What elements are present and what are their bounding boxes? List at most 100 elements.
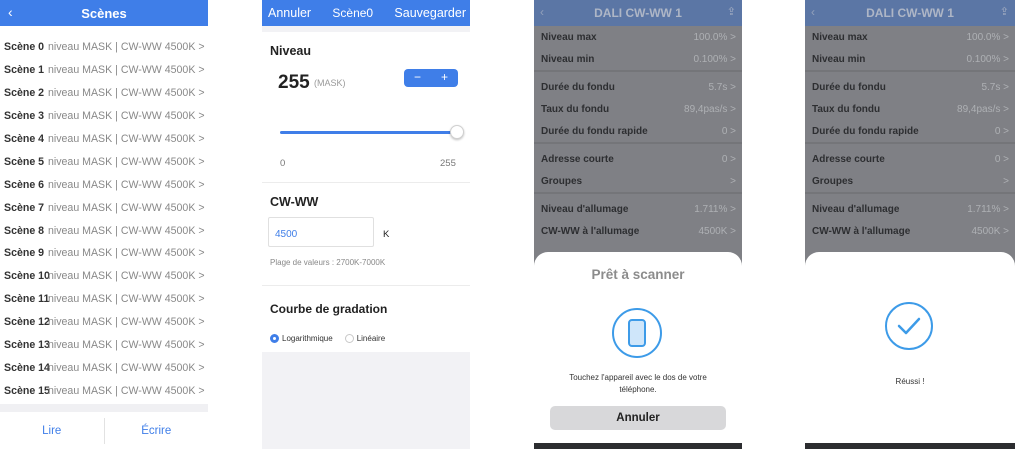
- read-button[interactable]: Lire: [0, 425, 104, 437]
- settings-row-value: 89,4pas/s >: [684, 103, 736, 115]
- write-button[interactable]: Écrire: [105, 425, 209, 437]
- scan-success-screen: ‹ DALI CW-WW 1 ⇪ Niveau max 100.0% > Nivea…: [805, 0, 1015, 449]
- scene-row[interactable]: Scène 14 niveau MASK | CW-WW 4500K >: [0, 356, 208, 379]
- settings-row-label: Niveau d'allumage: [812, 203, 900, 215]
- settings-row-label: Adresse courte: [812, 153, 885, 165]
- scenes-header: ‹ Scènes: [0, 0, 208, 26]
- settings-row-value: >: [1003, 175, 1009, 187]
- scene-row[interactable]: Scène 15 niveau MASK | CW-WW 4500K >: [0, 379, 208, 402]
- settings-row[interactable]: Durée du fondu rapide 0 >: [805, 120, 1015, 142]
- scene-value: niveau MASK | CW-WW 4500K >: [48, 178, 205, 191]
- scene-row[interactable]: Scène 2 niveau MASK | CW-WW 4500K >: [0, 82, 208, 105]
- scene-name: Scène 12: [4, 316, 50, 329]
- level-value: 255: [278, 72, 310, 93]
- settings-row[interactable]: Niveau d'allumage 1.711% >: [534, 198, 742, 220]
- settings-row[interactable]: Durée du fondu rapide 0 >: [534, 120, 742, 142]
- scene-name: Scène 7: [4, 201, 45, 214]
- divider: [0, 404, 208, 412]
- scene-value: niveau MASK | CW-WW 4500K >: [48, 316, 205, 329]
- level-slider-track[interactable]: [280, 131, 456, 134]
- level-mask-label: (MASK): [314, 78, 346, 88]
- scene-row[interactable]: Scène 1 niveau MASK | CW-WW 4500K >: [0, 59, 208, 82]
- curve-section-title: Courbe de gradation: [270, 302, 388, 316]
- radio-logarithmic[interactable]: [270, 334, 279, 343]
- settings-row-label: Adresse courte: [541, 153, 614, 165]
- scene-row[interactable]: Scène 3 niveau MASK | CW-WW 4500K >: [0, 105, 208, 128]
- scene-row[interactable]: Scène 4 niveau MASK | CW-WW 4500K >: [0, 128, 208, 151]
- scene-row[interactable]: Scène 10 niveau MASK | CW-WW 4500K >: [0, 265, 208, 288]
- scene-name: Scène 1: [4, 64, 45, 77]
- scene-row[interactable]: Scène 0 niveau MASK | CW-WW 4500K >: [0, 36, 208, 59]
- settings-row[interactable]: CW-WW à l'allumage 4500K >: [805, 220, 1015, 242]
- settings-row-value: 4500K >: [698, 225, 736, 237]
- settings-row[interactable]: Durée du fondu 5.7s >: [534, 76, 742, 98]
- divider: [805, 142, 1015, 144]
- settings-row[interactable]: Niveau min 0.100% >: [534, 48, 742, 70]
- scene-name: Scène 11: [4, 293, 50, 306]
- settings-row-label: Niveau min: [541, 53, 595, 65]
- settings-row[interactable]: Groupes >: [534, 170, 742, 192]
- settings-row[interactable]: Adresse courte 0 >: [534, 148, 742, 170]
- plus-button[interactable]: +: [431, 69, 458, 87]
- settings-row[interactable]: Niveau min 0.100% >: [805, 48, 1015, 70]
- radio-linear-label[interactable]: Linéaire: [357, 334, 385, 343]
- scene-value: niveau MASK | CW-WW 4500K >: [48, 41, 205, 54]
- settings-row-label: Durée du fondu: [541, 81, 615, 93]
- radio-logarithmic-label[interactable]: Logarithmique: [282, 334, 333, 343]
- page-title: DALI CW-WW 1: [594, 6, 682, 20]
- scene-value: niveau MASK | CW-WW 4500K >: [48, 361, 205, 374]
- scene-value: niveau MASK | CW-WW 4500K >: [48, 247, 205, 260]
- settings-row[interactable]: Adresse courte 0 >: [805, 148, 1015, 170]
- device-header: ‹ DALI CW-WW 1 ⇪: [534, 0, 742, 26]
- settings-row-value: 5.7s >: [708, 81, 736, 93]
- back-icon[interactable]: ‹: [811, 5, 815, 19]
- cw-ww-unit: K: [383, 229, 390, 240]
- settings-row-label: Niveau d'allumage: [541, 203, 629, 215]
- share-icon[interactable]: ⇪: [1000, 5, 1009, 18]
- cw-ww-input[interactable]: 4500: [268, 217, 374, 247]
- settings-row[interactable]: Niveau d'allumage 1.711% >: [805, 198, 1015, 220]
- scene-row[interactable]: Scène 12 niveau MASK | CW-WW 4500K >: [0, 311, 208, 334]
- scan-sheet: Prêt à scanner Touchez l'appareil avec l…: [534, 252, 742, 449]
- settings-row[interactable]: Taux du fondu 89,4pas/s >: [805, 98, 1015, 120]
- scene-name: Scène 2: [4, 87, 45, 100]
- cancel-scan-button[interactable]: Annuler: [550, 406, 726, 430]
- settings-row-value: 4500K >: [971, 225, 1009, 237]
- level-section-title: Niveau: [270, 44, 311, 58]
- scene-row[interactable]: Scène 13 niveau MASK | CW-WW 4500K >: [0, 334, 208, 357]
- scene-row[interactable]: Scène 9 niveau MASK | CW-WW 4500K >: [0, 242, 208, 265]
- scene-name: Scène 15: [4, 384, 50, 397]
- settings-row[interactable]: Durée du fondu 5.7s >: [805, 76, 1015, 98]
- settings-row-label: Durée du fondu rapide: [541, 125, 648, 137]
- settings-row-value: 0 >: [994, 153, 1009, 165]
- level-slider-thumb[interactable]: [450, 125, 464, 139]
- scene-name: Scène 13: [4, 339, 50, 352]
- scene-row[interactable]: Scène 6 niveau MASK | CW-WW 4500K >: [0, 173, 208, 196]
- minus-button[interactable]: −: [404, 69, 431, 87]
- radio-linear[interactable]: [344, 334, 354, 343]
- scene-row[interactable]: Scène 7 niveau MASK | CW-WW 4500K >: [0, 196, 208, 219]
- settings-row-label: Taux du fondu: [812, 103, 881, 115]
- settings-row-value: 0.100% >: [693, 53, 736, 65]
- settings-row[interactable]: Taux du fondu 89,4pas/s >: [534, 98, 742, 120]
- scene-value: niveau MASK | CW-WW 4500K >: [48, 293, 205, 306]
- settings-row[interactable]: Niveau max 100.0% >: [805, 26, 1015, 48]
- back-icon[interactable]: ‹: [8, 4, 13, 20]
- cw-ww-section-title: CW-WW: [270, 195, 319, 209]
- settings-row[interactable]: CW-WW à l'allumage 4500K >: [534, 220, 742, 242]
- scene-name: Scène 6: [4, 178, 45, 191]
- scene-row[interactable]: Scène 5 niveau MASK | CW-WW 4500K >: [0, 150, 208, 173]
- share-icon[interactable]: ⇪: [727, 5, 736, 18]
- scene-row[interactable]: Scène 8 niveau MASK | CW-WW 4500K >: [0, 219, 208, 242]
- settings-row-label: Groupes: [812, 175, 854, 187]
- cancel-button[interactable]: Annuler: [268, 6, 311, 20]
- home-indicator: [534, 443, 742, 449]
- back-icon[interactable]: ‹: [540, 5, 544, 19]
- settings-row[interactable]: Groupes >: [805, 170, 1015, 192]
- scene-value: niveau MASK | CW-WW 4500K >: [48, 87, 205, 100]
- scene-row[interactable]: Scène 11 niveau MASK | CW-WW 4500K >: [0, 288, 208, 311]
- settings-row-label: Niveau max: [812, 31, 868, 43]
- save-button[interactable]: Sauvegarder: [394, 6, 466, 20]
- cw-ww-range-hint: Plage de valeurs : 2700K-7000K: [270, 258, 386, 267]
- settings-row[interactable]: Niveau max 100.0% >: [534, 26, 742, 48]
